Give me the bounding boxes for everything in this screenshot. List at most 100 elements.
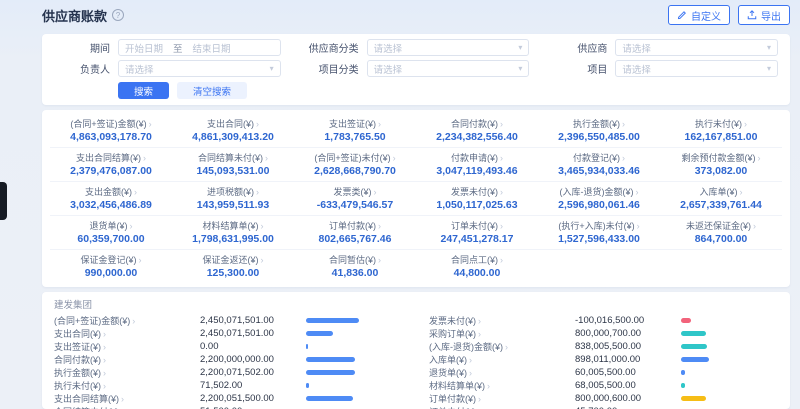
metric-value: 41,836.00 xyxy=(298,267,412,279)
supplier-select[interactable]: 请选择 xyxy=(615,39,778,56)
breakdown-row[interactable]: (合同+签证)金额(¥) 2,450,071,501.00 xyxy=(54,314,403,327)
metric-label: (合同+签证)金额(¥) xyxy=(70,119,146,129)
export-icon xyxy=(747,10,757,20)
breakdown-value: 0.00 xyxy=(200,341,306,352)
search-button[interactable]: 搜索 xyxy=(118,82,169,99)
metric-card[interactable]: 支出合同(¥) 4,861,309,413.20 xyxy=(172,114,294,148)
breakdown-bar-track xyxy=(681,383,778,388)
breakdown-bar-track xyxy=(681,331,778,336)
owner-select[interactable]: 请选择 xyxy=(118,60,281,77)
metric-card[interactable]: (入库-退货)金额(¥) 2,596,980,061.46 xyxy=(538,182,660,216)
breakdown-bar xyxy=(306,318,359,323)
chevron-right-icon xyxy=(101,381,106,391)
breakdown-row[interactable]: 支出签证(¥) 0.00 xyxy=(54,340,403,353)
breakdown-row[interactable]: 支出合同结算(¥) 2,200,051,500.00 xyxy=(54,392,403,405)
metric-label: 订单付款(¥) xyxy=(329,221,376,231)
breakdown-row[interactable]: (入库-退货)金额(¥) 838,005,500.00 xyxy=(429,340,778,353)
chevron-right-icon xyxy=(254,119,259,129)
breakdown-value: 2,450,071,501.00 xyxy=(200,328,306,339)
breakdown-row[interactable]: 订单未付(¥) 45,700.00 xyxy=(429,405,778,409)
chevron-right-icon xyxy=(130,316,135,326)
breakdown-row[interactable]: 执行金额(¥) 2,200,071,502.00 xyxy=(54,366,403,379)
metric-card[interactable]: 保证金返还(¥) 125,300.00 xyxy=(172,250,294,283)
metric-card[interactable]: 执行未付(¥) 162,167,851.00 xyxy=(660,114,782,148)
metric-label: 入库单(¥) xyxy=(700,187,738,197)
metric-card[interactable]: 合同结算未付(¥) 145,093,531.00 xyxy=(172,148,294,182)
help-icon[interactable]: ? xyxy=(112,9,124,21)
breakdown-row[interactable]: 合同结算未付(¥) 51,500.00 xyxy=(54,405,403,409)
metric-card[interactable]: 支出签证(¥) 1,783,765.50 xyxy=(294,114,416,148)
breakdown-value: 898,011,000.00 xyxy=(575,354,681,365)
chevron-right-icon xyxy=(101,355,106,365)
sidebar-collapse-handle[interactable] xyxy=(0,182,7,220)
breakdown-bar xyxy=(306,331,333,336)
export-button[interactable]: 导出 xyxy=(738,5,790,25)
metric-card[interactable]: (执行+入库)未付(¥) 1,527,596,433.00 xyxy=(538,216,660,250)
chevron-right-icon xyxy=(503,342,508,352)
breakdown-row[interactable]: 执行未付(¥) 71,502.00 xyxy=(54,379,403,392)
breakdown-row[interactable]: 采购订单(¥) 800,000,700.00 xyxy=(429,327,778,340)
metric-card[interactable]: 进项税额(¥) 143,959,511.93 xyxy=(172,182,294,216)
breakdown-value: 71,502.00 xyxy=(200,380,306,391)
metric-card[interactable]: 付款登记(¥) 3,465,934,033.46 xyxy=(538,148,660,182)
project-select[interactable]: 请选择 xyxy=(615,60,778,77)
metric-card[interactable]: (合同+签证)未付(¥) 2,628,668,790.70 xyxy=(294,148,416,182)
metric-label: 执行金额(¥) xyxy=(573,119,620,129)
metric-card[interactable]: 未返还保证金(¥) 864,700.00 xyxy=(660,216,782,250)
metric-card[interactable]: 保证金登记(¥) 990,000.00 xyxy=(50,250,172,283)
filter-actions: 搜索 清空搜索 xyxy=(54,82,778,99)
export-label: 导出 xyxy=(761,8,781,23)
metric-card[interactable]: 支出金额(¥) 3,032,456,486.89 xyxy=(50,182,172,216)
metric-label: (入库-退货)金额(¥) xyxy=(560,187,634,197)
chevron-right-icon xyxy=(119,394,124,404)
metric-card[interactable]: 剩余预付款金额(¥) 373,082.00 xyxy=(660,148,782,182)
breakdown-bar xyxy=(681,370,685,375)
metric-card[interactable]: 发票类(¥) -633,479,546.57 xyxy=(294,182,416,216)
supplier-category-field: 供应商分类 请选择 xyxy=(303,39,530,56)
customize-button[interactable]: 自定义 xyxy=(668,5,730,25)
breakdown-bar-track xyxy=(306,357,403,362)
period-end-placeholder: 结束日期 xyxy=(193,41,231,55)
metric-card[interactable]: 退货单(¥) 60,359,700.00 xyxy=(50,216,172,250)
metric-card[interactable]: 材料结算单(¥) 1,798,631,995.00 xyxy=(172,216,294,250)
chevron-right-icon xyxy=(391,153,396,163)
metric-value: 247,451,278.17 xyxy=(420,233,534,245)
breakdown-row[interactable]: 支出合同(¥) 2,450,071,501.00 xyxy=(54,327,403,340)
breakdown-row[interactable]: 订单付款(¥) 800,000,600.00 xyxy=(429,392,778,405)
chevron-right-icon xyxy=(498,187,503,197)
metric-card[interactable]: 执行金额(¥) 2,396,550,485.00 xyxy=(538,114,660,148)
breakdown-row[interactable]: 材料结算单(¥) 68,005,500.00 xyxy=(429,379,778,392)
metric-card[interactable]: 合同付款(¥) 2,234,382,556.40 xyxy=(416,114,538,148)
metric-label: 退货单(¥) xyxy=(90,221,128,231)
metric-card[interactable]: 合同点工(¥) 44,800.00 xyxy=(416,250,538,283)
metric-value: 2,396,550,485.00 xyxy=(542,131,656,143)
breakdown-bar xyxy=(306,396,353,401)
chevron-right-icon xyxy=(485,381,490,391)
metric-card[interactable]: 支出合同结算(¥) 2,379,476,087.00 xyxy=(50,148,172,182)
metric-card[interactable]: 订单未付(¥) 247,451,278.17 xyxy=(416,216,538,250)
breakdown-bar-track xyxy=(306,344,403,349)
metric-card[interactable]: 发票未付(¥) 1,050,117,025.63 xyxy=(416,182,538,216)
chevron-right-icon xyxy=(263,153,268,163)
metric-value: 3,032,456,486.89 xyxy=(54,199,168,211)
project-category-label: 项目分类 xyxy=(303,61,359,76)
breakdown-row[interactable]: 发票未付(¥) -100,016,500.00 xyxy=(429,314,778,327)
period-range-picker[interactable]: 开始日期 至 结束日期 xyxy=(118,39,281,56)
clear-search-button[interactable]: 清空搜索 xyxy=(177,82,247,99)
metric-card[interactable]: 付款申请(¥) 3,047,119,493.46 xyxy=(416,148,538,182)
metric-card[interactable]: 合同暂估(¥) 41,836.00 xyxy=(294,250,416,283)
chevron-right-icon xyxy=(372,187,377,197)
chevron-down-icon xyxy=(518,64,522,73)
metric-card[interactable]: 入库单(¥) 2,657,339,761.44 xyxy=(660,182,782,216)
breakdown-row[interactable]: 入库单(¥) 898,011,000.00 xyxy=(429,353,778,366)
chevron-right-icon xyxy=(101,329,106,339)
metric-label: 未返还保证金(¥) xyxy=(686,221,751,231)
breakdown-row[interactable]: 退货单(¥) 60,005,500.00 xyxy=(429,366,778,379)
supplier-group-name[interactable]: 建发集团 xyxy=(54,297,778,311)
supplier-category-select[interactable]: 请选择 xyxy=(367,39,530,56)
period-label: 期间 xyxy=(54,40,110,55)
metric-card[interactable]: 订单付款(¥) 802,665,767.46 xyxy=(294,216,416,250)
breakdown-row[interactable]: 合同付款(¥) 2,200,000,000.00 xyxy=(54,353,403,366)
metric-card[interactable]: (合同+签证)金额(¥) 4,863,093,178.70 xyxy=(50,114,172,148)
project-category-select[interactable]: 请选择 xyxy=(367,60,530,77)
